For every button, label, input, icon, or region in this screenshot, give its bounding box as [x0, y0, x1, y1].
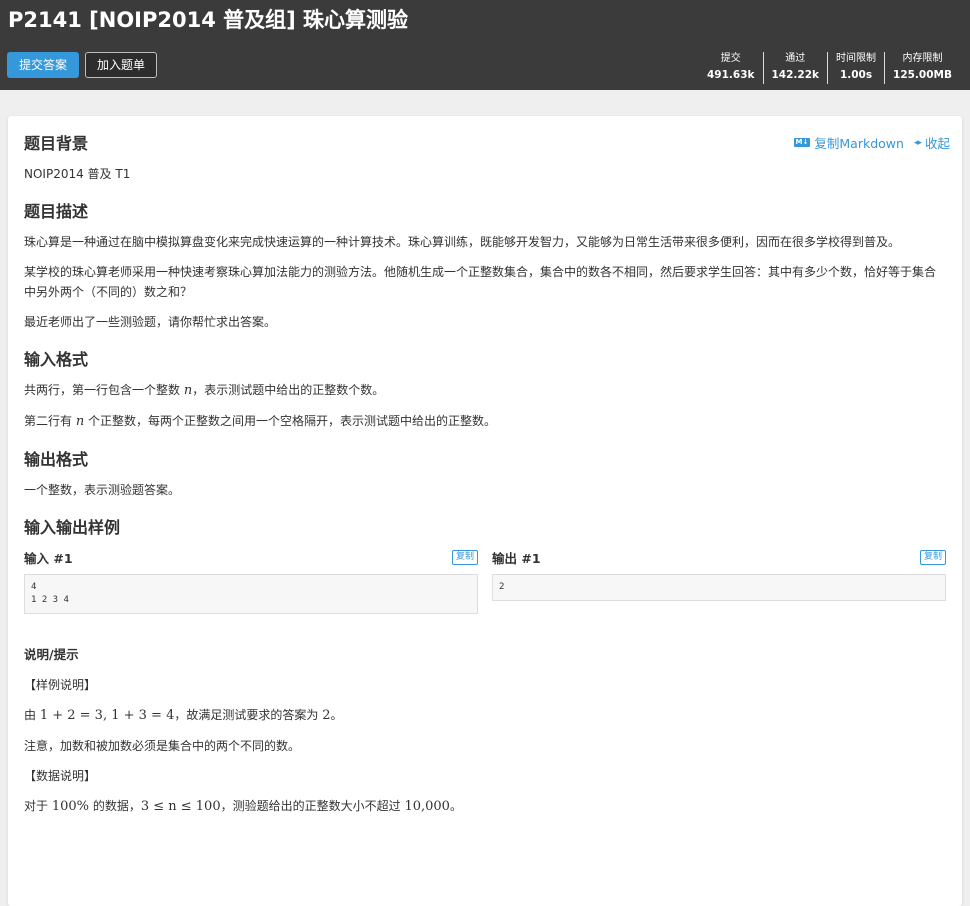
section-title: 输出格式	[24, 450, 89, 469]
stat-memory-limit: 内存限制 125.00MB	[884, 52, 960, 84]
hint-title: 说明/提示	[24, 647, 79, 662]
submit-answer-button[interactable]: 提交答案	[7, 52, 80, 78]
sample-input: 输入 #1 复制 4 1 2 3 4	[24, 548, 478, 614]
stat-submissions: 提交 491.63k	[706, 53, 755, 81]
sample-output: 输出 #1 复制 2	[492, 548, 946, 614]
sample-output-title: 输出 #1	[492, 551, 541, 566]
section-input-format: 输入格式 共两行，第一行包含一个整数 n，表示测试题中给出的正整数个数。 第二行…	[24, 346, 946, 432]
section-title: 输入输出样例	[24, 518, 121, 537]
copy-output-button[interactable]: 复制	[919, 550, 946, 565]
section-description: 题目描述 珠心算是一种通过在脑中模拟算盘变化来完成快速运算的一种计算技术。珠心算…	[24, 198, 946, 332]
section-samples: 输入输出样例 输入 #1 复制 4 1 2 3 4 输出 #1 复制 2	[24, 514, 946, 614]
problem-stats: 提交 491.63k 通过 142.22k 时间限制 1.00s 内存限制 12…	[699, 52, 960, 84]
markdown-icon: M↓	[793, 138, 811, 147]
collapse-icon: ◂▸	[913, 137, 922, 148]
input-format-line: 第二行有 n 个正整数，每两个正整数之间用一个空格隔开，表示测试题中给出的正整数…	[24, 414, 497, 429]
section-hint: 说明/提示 【样例说明】 由 1 + 2 = 3, 1 + 3 = 4，故满足测…	[24, 644, 946, 817]
sample-output-code: 2	[492, 574, 946, 601]
caution-text: 注意，加数和被加数必须是集合中的两个不同的数。	[24, 739, 301, 753]
input-format-line: 共两行，第一行包含一个整数 n，表示测试题中给出的正整数个数。	[24, 383, 385, 398]
stat-time-limit: 时间限制 1.00s	[827, 52, 884, 84]
description-paragraph: 最近老师出了一些测验题，请你帮忙求出答案。	[24, 315, 277, 329]
sample-input-code: 4 1 2 3 4	[24, 574, 478, 614]
section-title: 输入格式	[24, 350, 89, 369]
copy-markdown-link[interactable]: M↓ 复制Markdown	[793, 133, 904, 152]
sample-input-title: 输入 #1	[24, 551, 73, 566]
stat-accepted: 通过 142.22k	[762, 52, 828, 84]
background-text: NOIP2014 普及 T1	[24, 167, 131, 181]
copy-input-button[interactable]: 复制	[451, 550, 478, 565]
section-title: 题目描述	[24, 202, 89, 221]
problem-header: P2141 [NOIP2014 普及组] 珠心算测验 提交答案 加入题单 提交 …	[0, 0, 970, 90]
header-actions: 提交答案 加入题单	[7, 52, 158, 78]
sample-explanation: 由 1 + 2 = 3, 1 + 3 = 4，故满足测试要求的答案为 2。	[24, 708, 343, 723]
section-output-format: 输出格式 一个整数，表示测验题答案。	[24, 446, 946, 500]
description-paragraph: 珠心算是一种通过在脑中模拟算盘变化来完成快速运算的一种计算技术。珠心算训练，既能…	[24, 235, 901, 249]
problem-card: M↓ 复制Markdown ◂▸ 收起 题目背景 NOIP2014 普及 T1 …	[8, 116, 962, 906]
data-note-label: 【数据说明】	[24, 769, 97, 783]
problem-title: P2141 [NOIP2014 普及组] 珠心算测验	[8, 8, 409, 32]
sample-note-label: 【样例说明】	[24, 678, 97, 692]
data-range-text: 对于 100% 的数据，3 ≤ n ≤ 100，测验题给出的正整数大小不超过 1…	[24, 799, 462, 814]
output-format-text: 一个整数，表示测验题答案。	[24, 483, 181, 497]
description-paragraph: 某学校的珠心算老师采用一种快速考察珠心算加法能力的测验方法。他随机生成一个正整数…	[24, 265, 937, 299]
card-tools: M↓ 复制Markdown ◂▸ 收起	[793, 133, 950, 152]
add-to-list-button[interactable]: 加入题单	[85, 52, 158, 78]
collapse-link[interactable]: ◂▸ 收起	[914, 133, 950, 152]
